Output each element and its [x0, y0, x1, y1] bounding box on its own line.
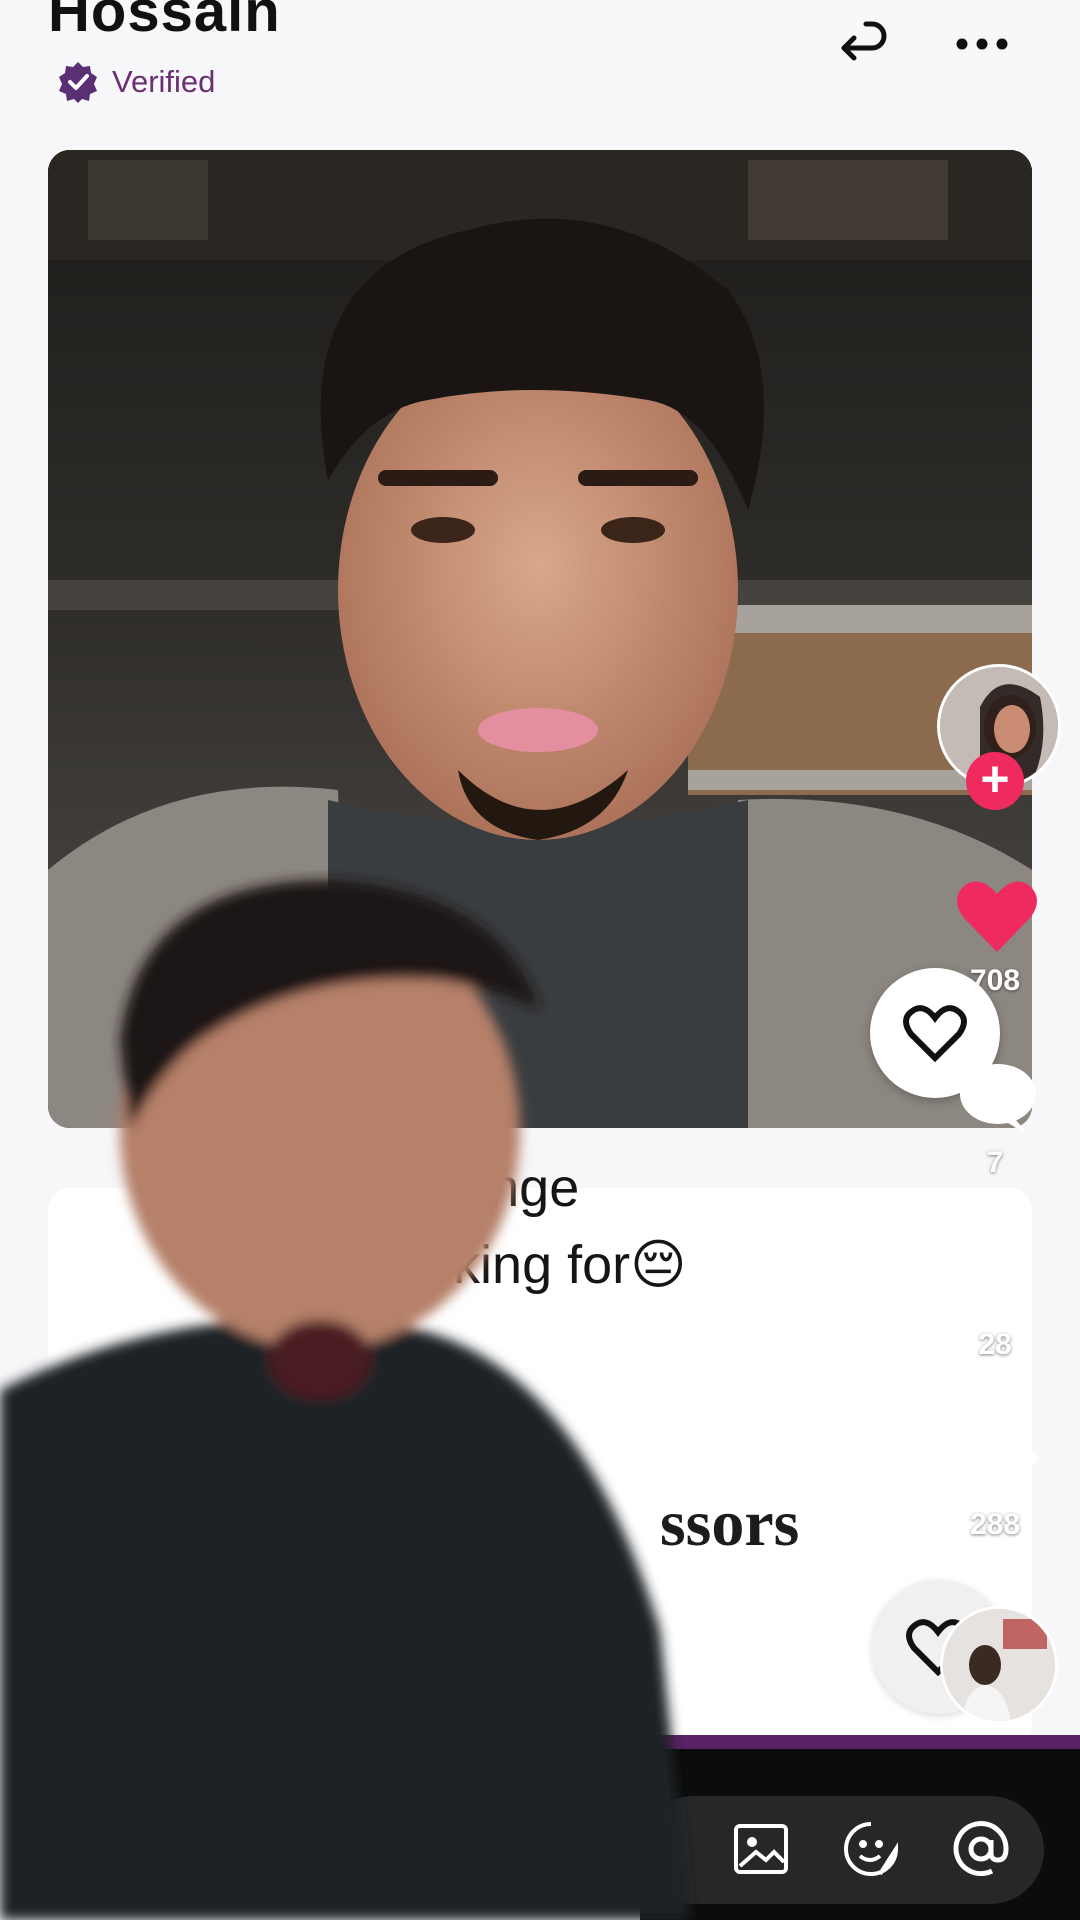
undo-arrow-icon[interactable]	[836, 18, 892, 74]
heart-outline-icon	[903, 1005, 967, 1062]
comment-count: 7	[986, 1146, 1004, 1179]
profile-name: Hossain	[48, 0, 281, 44]
verified-label: Verified	[112, 64, 216, 99]
sticker-icon[interactable]	[840, 1818, 902, 1880]
video-creator-overlay	[0, 880, 690, 1920]
heart-icon[interactable]	[956, 878, 1038, 954]
follow-plus-button[interactable]: +	[966, 752, 1024, 810]
save-count: 28	[978, 1328, 1012, 1361]
sound-disc[interactable]	[940, 1606, 1058, 1724]
share-arrow-icon[interactable]	[952, 1418, 1042, 1500]
profile-header: Hossain Verified	[0, 0, 1080, 140]
image-icon[interactable]	[730, 1818, 792, 1880]
sound-cover-image	[943, 1609, 1055, 1721]
share-count: 288	[969, 1508, 1021, 1541]
verified-badge-icon	[59, 62, 97, 103]
bookmark-icon[interactable]	[966, 1240, 1028, 1320]
verified-row: Verified	[56, 60, 215, 104]
comment-icon[interactable]	[958, 1060, 1038, 1136]
